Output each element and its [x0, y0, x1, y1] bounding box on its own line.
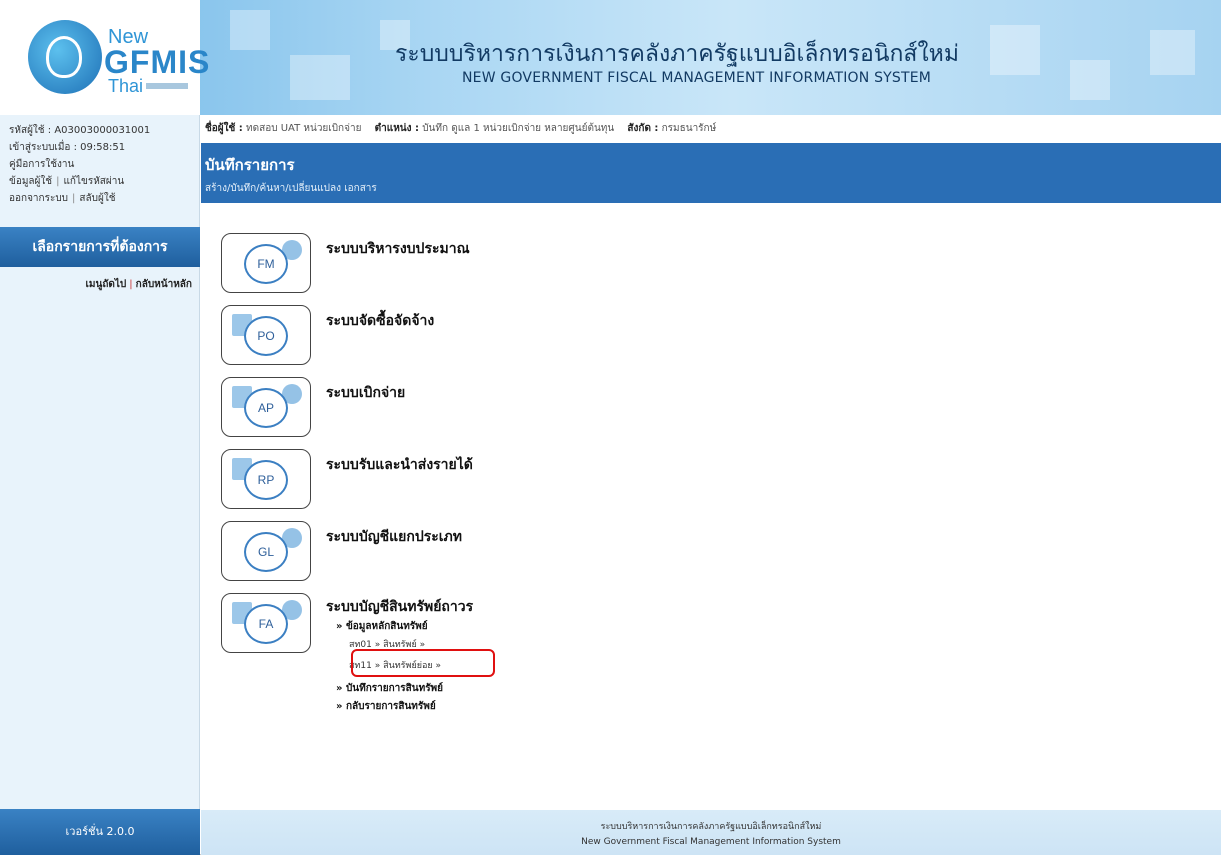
fa-master-data-link[interactable]: » ข้อมูลหลักสินทรัพย์	[336, 619, 428, 634]
user-code-value: A03003000031001	[54, 125, 151, 136]
module-fm-button[interactable]: FM	[221, 233, 311, 293]
position-value: บันทึก ดูแล 1 หน่วยเบิกจ่าย หลายศูนย์ต้น…	[422, 123, 615, 134]
manual-link[interactable]: คู่มือการใช้งาน	[9, 159, 74, 170]
module-po-button[interactable]: PO	[221, 305, 311, 365]
sidebar: รหัสผู้ใช้ : A03003000031001 เข้าสู่ระบบ…	[0, 115, 200, 855]
menu-header: เลือกรายการที่ต้องการ	[0, 227, 200, 267]
module-rp-title[interactable]: ระบบรับและนำส่งรายได้	[326, 454, 473, 476]
ap-chart-icon: AP	[244, 388, 288, 428]
footer: ระบบบริหารการเงินการคลังภาครัฐแบบอิเล็กท…	[201, 810, 1221, 855]
fixed-asset-icon: FA	[244, 604, 288, 644]
garuda-emblem-icon	[28, 20, 102, 94]
user-code-label: รหัสผู้ใช้ :	[9, 125, 52, 136]
login-time-value: 09:58:51	[80, 142, 126, 153]
back-home-link[interactable]: กลับหน้าหลัก	[136, 279, 192, 290]
page-title: บันทึกรายการ	[205, 156, 295, 174]
user-name-label: ชื่อผู้ใช้ :	[205, 123, 243, 134]
position-label: ตำแหน่ง :	[374, 123, 419, 134]
logo-text-thai: Thai	[108, 76, 144, 96]
user-bar: ชื่อผู้ใช้ : ทดสอบ UAT หน่วยเบิกจ่าย ตำแ…	[201, 115, 1221, 143]
user-name-value: ทดสอบ UAT หน่วยเบิกจ่าย	[246, 123, 362, 134]
module-fm-title[interactable]: ระบบบริหารงบประมาณ	[326, 238, 470, 260]
module-list: FM ระบบบริหารงบประมาณ PO ระบบจัดซื้อจัดจ…	[201, 203, 1221, 810]
page-subtitle: สร้าง/บันทึก/ค้นหา/เปลี่ยนแปลง เอกสาร	[205, 183, 377, 194]
user-info-link[interactable]: ข้อมูลผู้ใช้	[9, 176, 52, 187]
next-menu-link[interactable]: เมนูถัดไป	[85, 279, 126, 290]
switch-user-link[interactable]: สลับผู้ใช้	[79, 193, 115, 204]
footer-line-en: New Government Fiscal Management Informa…	[581, 837, 841, 847]
page-banner: บันทึกรายการ สร้าง/บันทึก/ค้นหา/เปลี่ยนแ…	[201, 143, 1221, 203]
shopping-cart-icon: PO	[244, 316, 288, 356]
module-fa-title[interactable]: ระบบบัญชีสินทรัพย์ถาวร	[326, 596, 473, 618]
fa-reverse-link[interactable]: » กลับรายการสินทรัพย์	[336, 699, 436, 714]
logo-subtext	[146, 83, 188, 89]
coins-icon: RP	[244, 460, 288, 500]
user-info-panel: รหัสผู้ใช้ : A03003000031001 เข้าสู่ระบบ…	[9, 125, 151, 204]
module-gl-button[interactable]: GL	[221, 521, 311, 581]
menu-nav-links: เมนูถัดไป | กลับหน้าหลัก	[85, 279, 192, 290]
module-po-title[interactable]: ระบบจัดซื้อจัดจ้าง	[326, 310, 434, 332]
module-fa-button[interactable]: FA	[221, 593, 311, 653]
affiliation-label: สังกัด :	[627, 123, 659, 134]
module-ap-title[interactable]: ระบบเบิกจ่าย	[326, 382, 405, 404]
change-password-link[interactable]: แก้ไขรหัสผ่าน	[63, 176, 124, 187]
highlight-box	[351, 649, 495, 677]
system-title-en: NEW GOVERNMENT FISCAL MANAGEMENT INFORMA…	[462, 70, 932, 86]
fm-icon: FM	[244, 244, 288, 284]
gfmis-logo[interactable]: New GFMIS Thai	[0, 0, 209, 115]
affiliation-value: กรมธนารักษ์	[661, 123, 717, 134]
module-ap-button[interactable]: AP	[221, 377, 311, 437]
logout-link[interactable]: ออกจากระบบ	[9, 193, 68, 204]
login-time-label: เข้าสู่ระบบเมื่อ :	[9, 142, 77, 153]
system-title-th: ระบบบริหารการเงินการคลังภาครัฐแบบอิเล็กท…	[395, 41, 959, 67]
header: New GFMIS Thai ระบบบริหารการเงินการคลังภ…	[0, 0, 1221, 115]
module-rp-button[interactable]: RP	[221, 449, 311, 509]
fa-record-link[interactable]: » บันทึกรายการสินทรัพย์	[336, 681, 443, 696]
module-gl-title[interactable]: ระบบบัญชีแยกประเภท	[326, 526, 462, 548]
version-label: เวอร์ชั่น 2.0.0	[0, 809, 200, 855]
footer-line-th: ระบบบริหารการเงินการคลังภาครัฐแบบอิเล็กท…	[600, 822, 822, 832]
ledger-icon: GL	[244, 532, 288, 572]
